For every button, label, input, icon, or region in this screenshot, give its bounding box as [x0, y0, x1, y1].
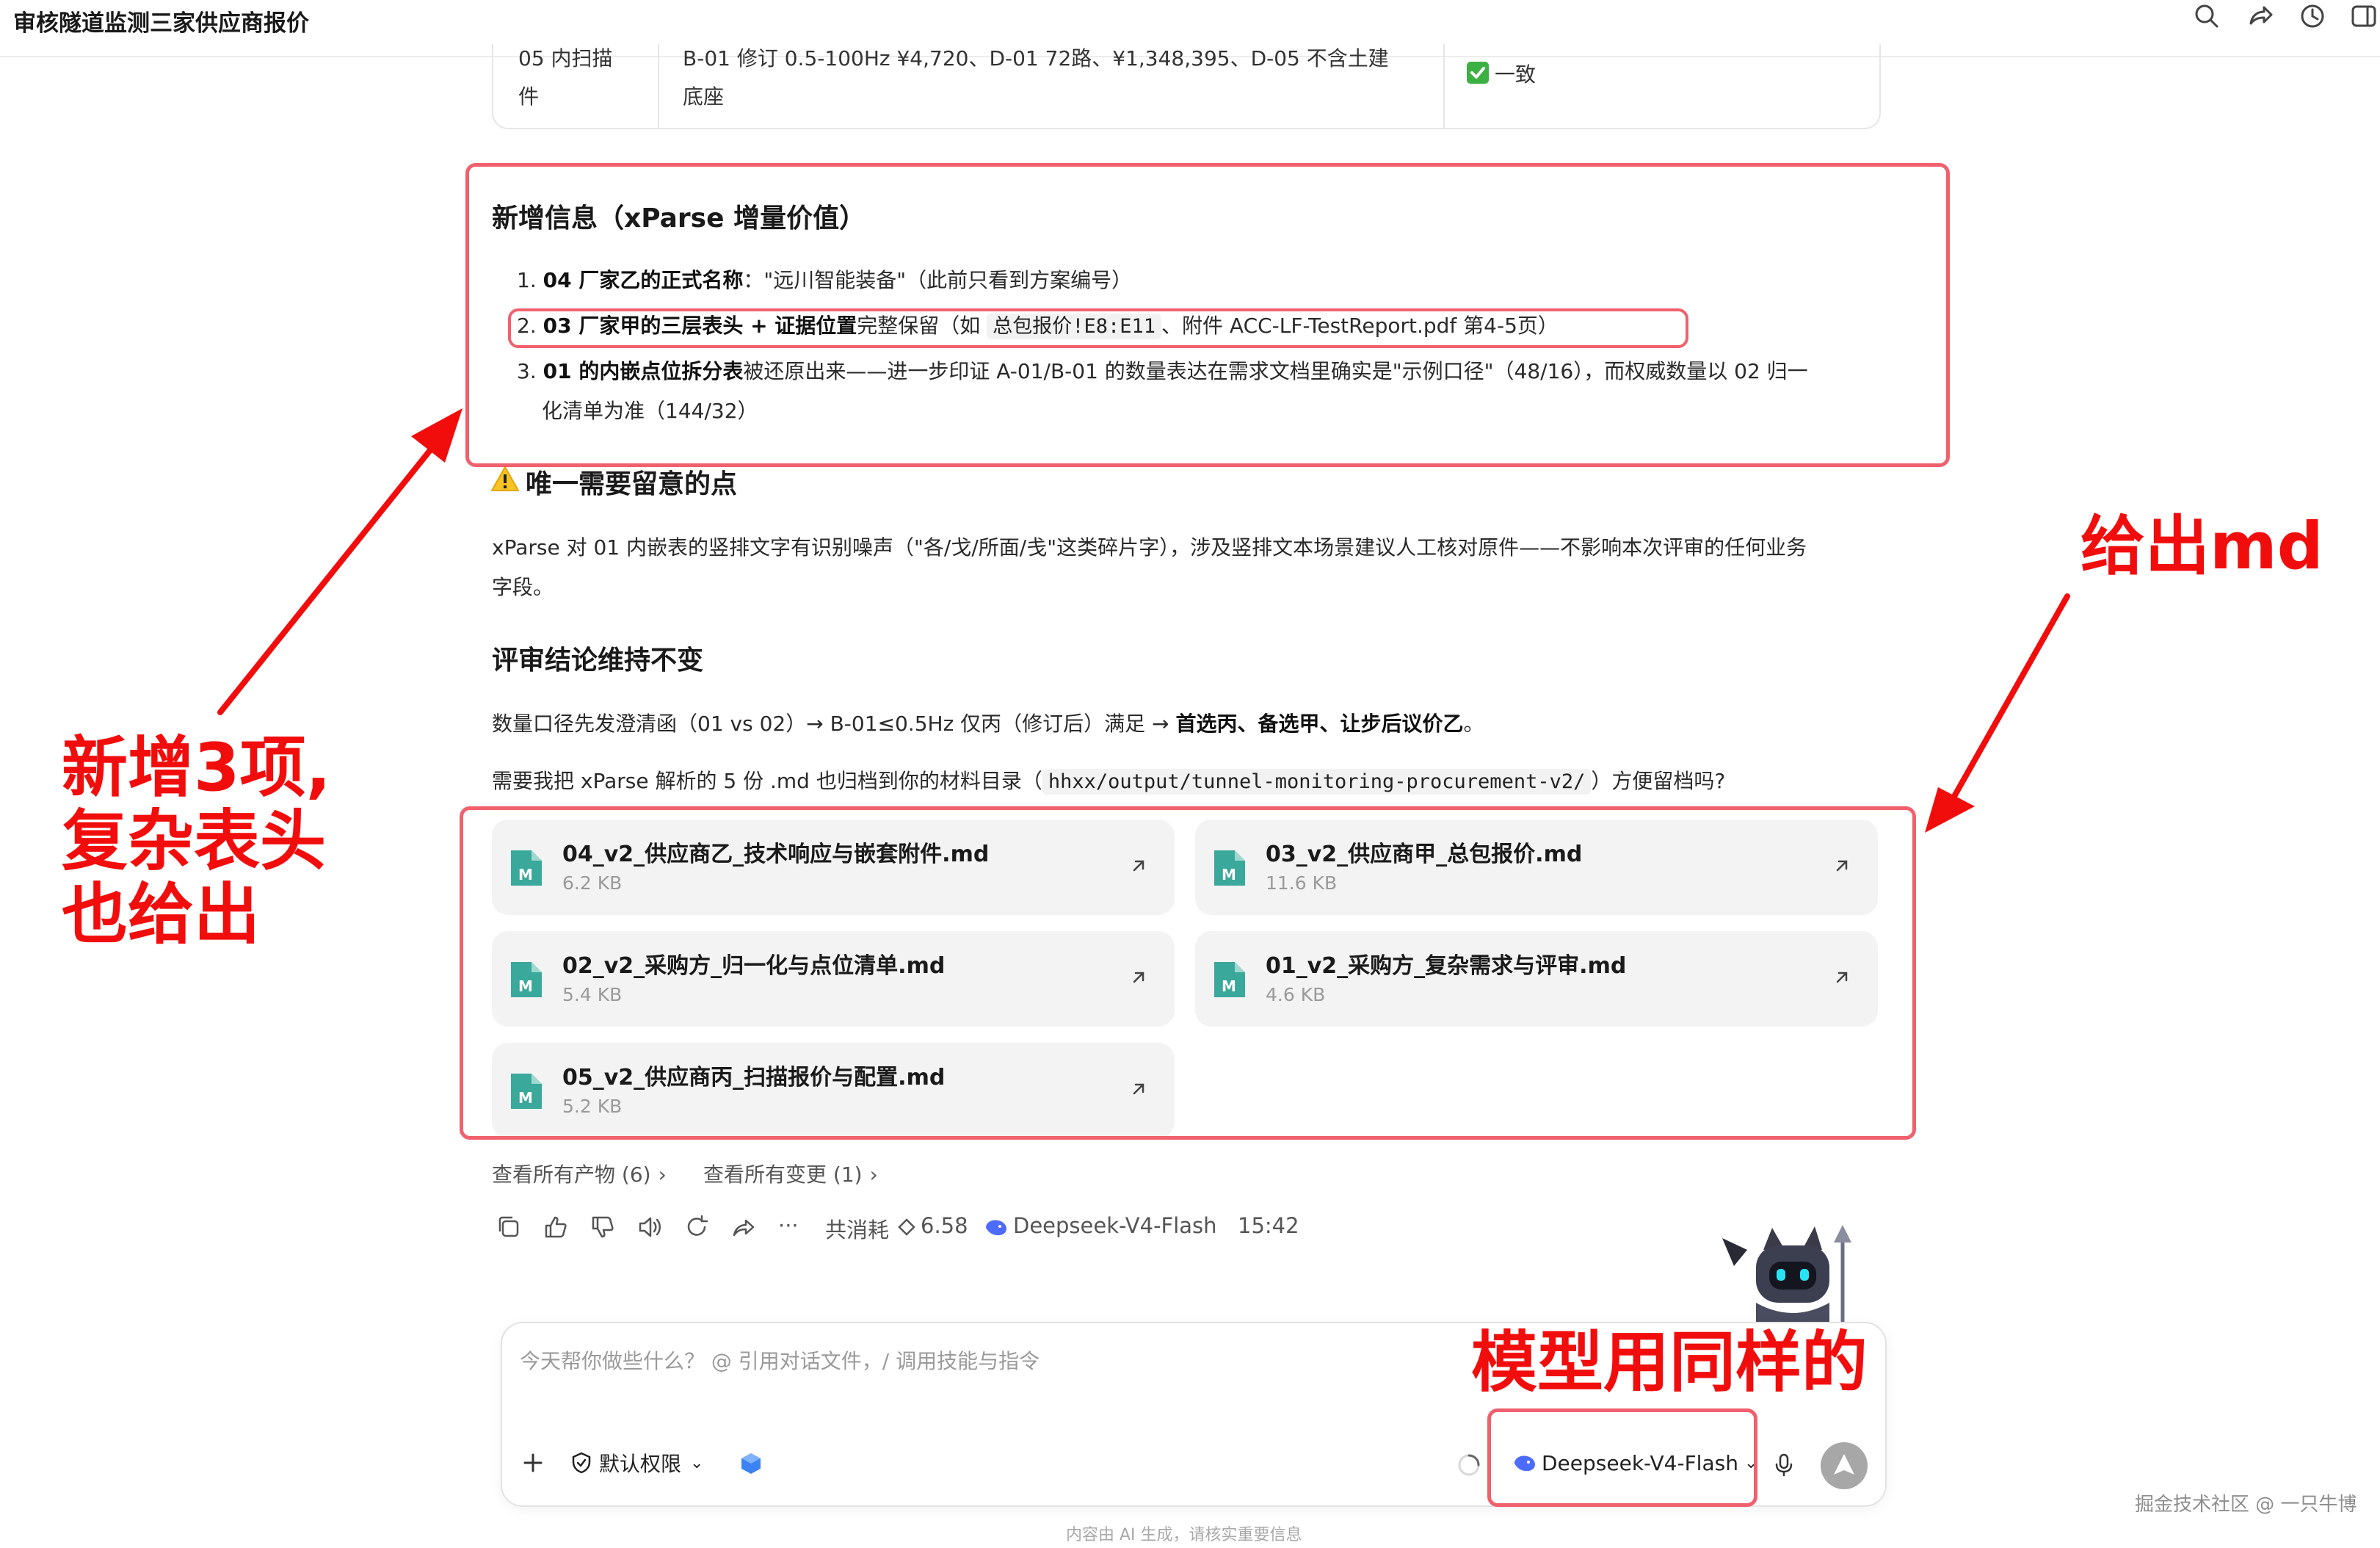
table-cell: 05 内扫描 — [518, 46, 613, 70]
watermark: 掘金技术社区 @ 一只牛博 — [2135, 1494, 2357, 1516]
regenerate-icon[interactable] — [683, 1213, 711, 1241]
annotation-text-left-3: 也给出 — [62, 876, 260, 953]
chevron-down-icon: ⌄ — [690, 1453, 704, 1472]
annotation-box-model — [1487, 1408, 1757, 1507]
ai-disclaimer: 内容由 AI 生成，请核实重要信息 — [1066, 1526, 1302, 1544]
warning-icon — [490, 466, 520, 492]
chevron-right-icon: › — [869, 1162, 878, 1187]
sidebar-toggle-icon[interactable] — [2349, 1, 2379, 31]
annotation-text-right: 给出md — [2080, 508, 2323, 584]
cost-value: 6.58 — [921, 1213, 968, 1238]
loading-spinner-icon — [1458, 1454, 1480, 1476]
paragraph: 数量口径先发澄清函（01 vs 02）→ B-01≤0.5Hz 仅丙（修订后）满… — [492, 712, 1484, 736]
send-button[interactable] — [1821, 1442, 1868, 1489]
share-icon[interactable] — [730, 1213, 758, 1241]
cube-icon[interactable] — [739, 1451, 763, 1476]
section-heading-conclusion: 评审结论维持不变 — [492, 645, 704, 676]
send-arrow-icon — [1834, 1454, 1854, 1475]
annotation-box-files — [460, 806, 1916, 1140]
arrowhead — [411, 408, 462, 463]
history-icon[interactable] — [2298, 1, 2327, 31]
section-heading-notice: 唯一需要留意的点 — [526, 469, 738, 499]
speaker-icon[interactable] — [636, 1213, 664, 1241]
arrow-to-files — [1950, 593, 2070, 802]
view-changes-link[interactable]: 查看所有变更 (1) › — [703, 1159, 878, 1188]
annotation-box-header-item — [508, 308, 1688, 348]
model-name: Deepseek-V4-Flash — [1013, 1213, 1217, 1238]
thumbs-down-icon[interactable] — [589, 1213, 617, 1241]
table-cell: B-01 修订 0.5-100Hz ¥4,720、D-01 72路、¥1,348… — [683, 46, 1389, 70]
diamond-icon — [898, 1218, 915, 1236]
chevron-right-icon: › — [658, 1162, 667, 1187]
arrow-to-new-info — [217, 444, 436, 715]
annotation-text-bottom: 模型用同样的 — [1471, 1324, 1868, 1401]
cost-label: 共消耗 — [825, 1218, 890, 1243]
view-artifacts-link[interactable]: 查看所有产物 (6) › — [492, 1159, 667, 1188]
table-divider — [1443, 44, 1445, 129]
annotation-text-left-1: 新增3项, — [62, 729, 331, 806]
share-icon[interactable] — [2245, 1, 2274, 31]
table-cell: 底座 — [683, 84, 725, 109]
table-cell: 一致 — [1495, 62, 1537, 87]
thumbs-up-icon[interactable] — [542, 1213, 570, 1241]
robot-cat-mascot-icon — [1722, 1225, 1851, 1323]
plus-icon[interactable] — [520, 1450, 546, 1476]
paragraph: 需要我把 xParse 解析的 5 份 .md 也归档到你的材料目录（ hhxx/… — [492, 769, 1726, 795]
deepseek-whale-icon — [986, 1220, 1006, 1236]
paragraph: 字段。 — [492, 575, 554, 599]
copy-icon[interactable] — [495, 1213, 523, 1241]
more-options-button[interactable]: ··· — [778, 1213, 799, 1238]
search-icon[interactable] — [2192, 1, 2221, 31]
table-divider — [658, 44, 659, 129]
arrowhead — [1925, 787, 1975, 833]
page-title: 审核隧道监测三家供应商报价 — [13, 10, 309, 37]
shield-check-icon — [572, 1452, 591, 1474]
check-mark-icon — [1467, 62, 1489, 84]
comparison-table-last-row: 05 内扫描 件 B-01 修订 0.5-100Hz ¥4,720、D-01 7… — [492, 44, 1881, 129]
microphone-icon[interactable] — [1772, 1453, 1796, 1478]
permission-selector[interactable]: 默认权限 ⌄ — [570, 1448, 703, 1478]
inline-code: hhxx/output/tunnel-monitoring-procuremen… — [1042, 769, 1592, 795]
timestamp: 15:42 — [1238, 1213, 1299, 1238]
table-cell: 件 — [518, 84, 540, 109]
chat-input-placeholder[interactable]: 今天帮你做些什么？ @ 引用对话文件，/ 调用技能与指令 — [520, 1345, 1040, 1375]
paragraph: xParse 对 01 内嵌表的竖排文字有识别噪声（"各/戈/所面/戋"这类碎片… — [492, 535, 1807, 560]
annotation-text-left-2: 复杂表头 — [62, 803, 326, 880]
